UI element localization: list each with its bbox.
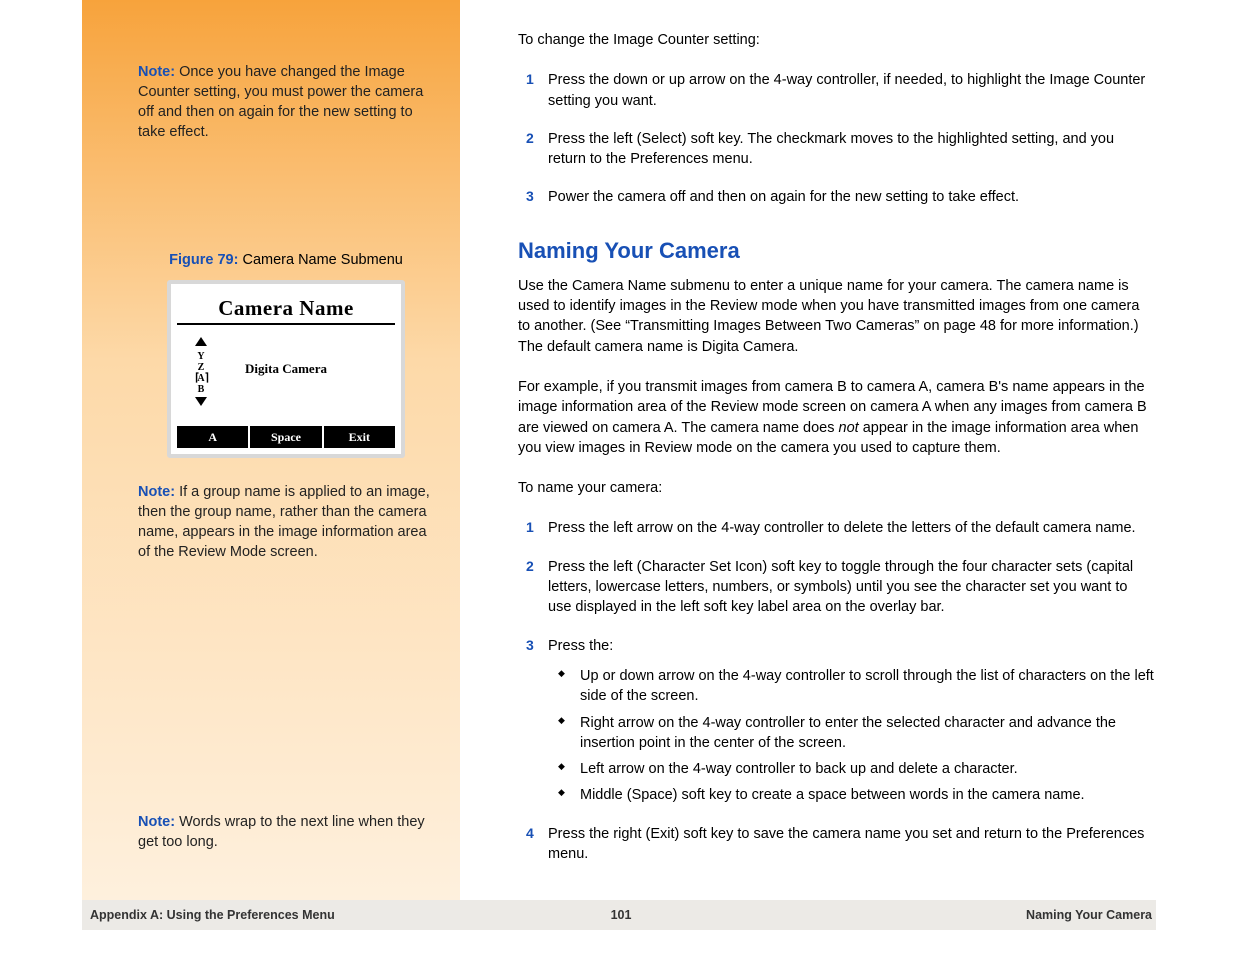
note-label: Note: [138, 814, 175, 830]
footer-right: Naming Your Camera [631, 908, 1152, 922]
camera-screen-body: Y Z ⌈A⌉ B Digita Camera [177, 325, 395, 423]
main-content: To change the Image Counter setting: 1Pr… [518, 30, 1154, 882]
camera-name-submenu-figure: Camera Name Y Z ⌈A⌉ B Digita Camera A Sp… [167, 280, 405, 458]
step-item: 1Press the left arrow on the 4-way contr… [544, 518, 1154, 538]
step-text: Press the left (Select) soft key. The ch… [548, 131, 1114, 167]
note-group-name: Note: If a group name is applied to an i… [138, 482, 434, 562]
para-use-submenu: Use the Camera Name submenu to enter a u… [518, 276, 1154, 357]
step-text: Power the camera off and then on again f… [548, 189, 1019, 205]
page-footer: Appendix A: Using the Preferences Menu 1… [82, 900, 1156, 930]
intro-change-counter: To change the Image Counter setting: [518, 30, 1154, 50]
chevron-down-icon [195, 397, 207, 406]
camera-name-value: Digita Camera [177, 361, 395, 377]
note-power-cycle: Note: Once you have changed the Image Co… [138, 62, 434, 142]
figure-label: Figure 79: [169, 252, 238, 268]
section-heading-naming: Naming Your Camera [518, 238, 1154, 264]
footer-left: Appendix A: Using the Preferences Menu [90, 908, 611, 922]
bullet-item: Left arrow on the 4-way controller to ba… [566, 759, 1154, 779]
para-italic: not [839, 420, 859, 436]
manual-page: Note: Once you have changed the Image Co… [82, 0, 1156, 954]
step-text: Press the left arrow on the 4-way contro… [548, 520, 1136, 536]
substeps: Up or down arrow on the 4-way controller… [548, 666, 1154, 806]
sidebar: Note: Once you have changed the Image Co… [82, 0, 460, 900]
softkey-left: A [177, 426, 248, 448]
char-b: B [198, 384, 205, 395]
steps-change-counter: 1Press the down or up arrow on the 4-way… [518, 70, 1154, 207]
softkey-right: Exit [322, 426, 395, 448]
figure-caption: Figure 79: Camera Name Submenu [138, 252, 434, 268]
step-item: 4Press the right (Exit) soft key to save… [544, 824, 1154, 865]
note-text: Words wrap to the next line when they ge… [138, 814, 425, 850]
softkey-bar: A Space Exit [177, 426, 395, 448]
note-word-wrap: Note: Words wrap to the next line when t… [138, 812, 434, 852]
step-item: 1Press the down or up arrow on the 4-way… [544, 70, 1154, 111]
note-label: Note: [138, 484, 175, 500]
step-item: 2Press the left (Character Set Icon) sof… [544, 557, 1154, 618]
step-item: 2Press the left (Select) soft key. The c… [544, 129, 1154, 170]
softkey-middle: Space [248, 426, 321, 448]
note-label: Note: [138, 64, 175, 80]
step-text: Press the left (Character Set Icon) soft… [548, 559, 1133, 616]
step-text: Press the: [548, 638, 613, 654]
figure-title: Camera Name Submenu [238, 252, 402, 268]
chevron-up-icon [195, 337, 207, 346]
step-text: Press the down or up arrow on the 4-way … [548, 72, 1145, 108]
step-item: 3Power the camera off and then on again … [544, 187, 1154, 207]
note-text: Once you have changed the Image Counter … [138, 64, 423, 140]
footer-page-number: 101 [611, 908, 632, 922]
bullet-item: Middle (Space) soft key to create a spac… [566, 785, 1154, 805]
note-text: If a group name is applied to an image, … [138, 484, 430, 560]
intro-name-camera: To name your camera: [518, 478, 1154, 498]
steps-name-camera: 1Press the left arrow on the 4-way contr… [518, 518, 1154, 864]
camera-screen-inner: Camera Name Y Z ⌈A⌉ B Digita Camera A Sp… [177, 290, 395, 448]
bullet-item: Right arrow on the 4-way controller to e… [566, 713, 1154, 754]
camera-screen-title: Camera Name [177, 290, 395, 325]
bullet-item: Up or down arrow on the 4-way controller… [566, 666, 1154, 707]
step-text: Press the right (Exit) soft key to save … [548, 826, 1144, 862]
step-item: 3Press the: Up or down arrow on the 4-wa… [544, 636, 1154, 806]
para-example: For example, if you transmit images from… [518, 377, 1154, 458]
